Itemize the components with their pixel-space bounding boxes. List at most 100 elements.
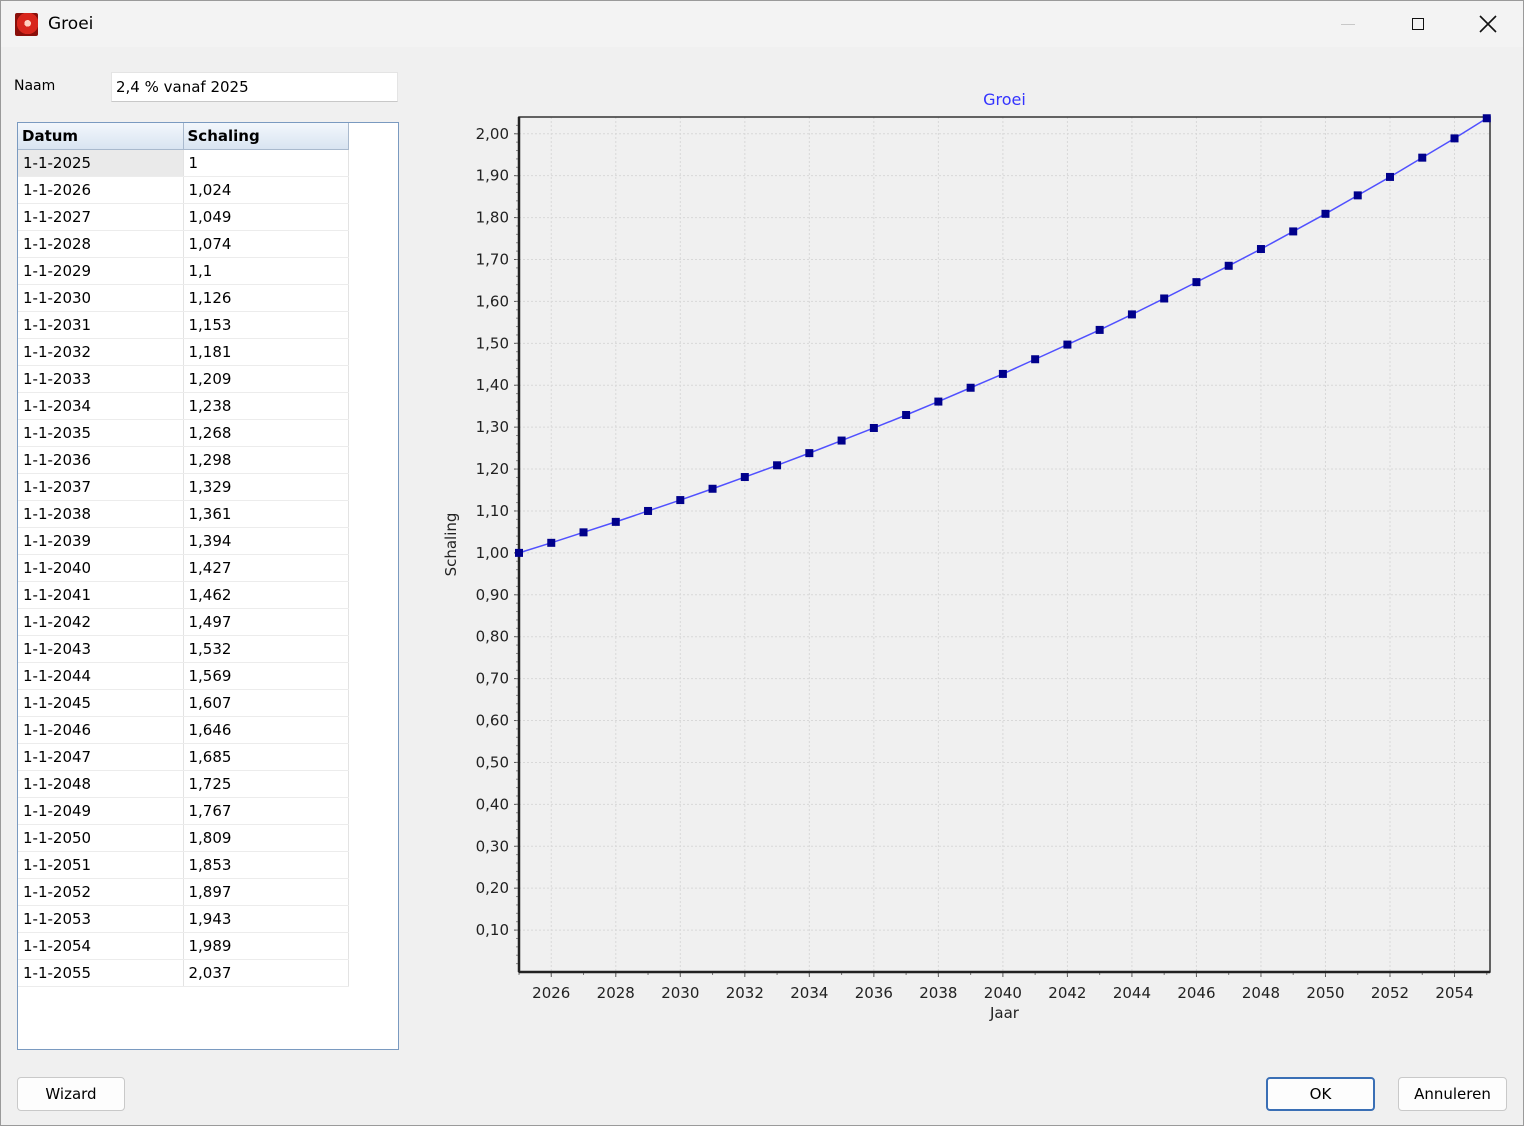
schaling-cell[interactable]: 1,268	[183, 419, 349, 447]
schaling-cell[interactable]: 1,024	[183, 176, 349, 204]
table-row[interactable]: 1-1-2048 1,725	[18, 770, 349, 798]
table-row[interactable]: 1-1-2044 1,569	[18, 662, 349, 690]
table-row[interactable]: 1-1-2042 1,497	[18, 608, 349, 636]
datum-cell[interactable]: 1-1-2027	[18, 203, 184, 231]
schaling-cell[interactable]: 1,238	[183, 392, 349, 420]
schaling-cell[interactable]: 1,074	[183, 230, 349, 258]
table-row[interactable]: 1-1-2028 1,074	[18, 230, 349, 258]
table-row[interactable]: 1-1-2040 1,427	[18, 554, 349, 582]
datum-cell[interactable]: 1-1-2035	[18, 419, 184, 447]
schaling-cell[interactable]: 1,897	[183, 878, 349, 906]
schaling-cell[interactable]: 1,943	[183, 905, 349, 933]
datum-cell[interactable]: 1-1-2044	[18, 662, 184, 690]
table-row[interactable]: 1-1-2053 1,943	[18, 905, 349, 933]
schaling-cell[interactable]: 1,126	[183, 284, 349, 312]
schaling-cell[interactable]: 1,181	[183, 338, 349, 366]
table-row[interactable]: 1-1-2027 1,049	[18, 203, 349, 231]
table-row[interactable]: 1-1-2052 1,897	[18, 878, 349, 906]
cancel-button[interactable]: Annuleren	[1398, 1077, 1507, 1111]
table-row[interactable]: 1-1-2030 1,126	[18, 284, 349, 312]
datum-cell[interactable]: 1-1-2032	[18, 338, 184, 366]
datum-cell[interactable]: 1-1-2034	[18, 392, 184, 420]
table-row[interactable]: 1-1-2026 1,024	[18, 176, 349, 204]
datum-cell[interactable]: 1-1-2049	[18, 797, 184, 825]
datum-cell[interactable]: 1-1-2055	[18, 959, 184, 987]
wizard-button[interactable]: Wizard	[17, 1077, 125, 1111]
column-header-schaling[interactable]: Schaling	[183, 123, 349, 150]
schaling-cell[interactable]: 1,809	[183, 824, 349, 852]
table-row[interactable]: 1-1-2029 1,1	[18, 257, 349, 285]
datum-cell[interactable]: 1-1-2050	[18, 824, 184, 852]
datum-cell[interactable]: 1-1-2042	[18, 608, 184, 636]
schaling-cell[interactable]: 1,853	[183, 851, 349, 879]
table-row[interactable]: 1-1-2045 1,607	[18, 689, 349, 717]
schaling-cell[interactable]: 1,989	[183, 932, 349, 960]
schaling-cell[interactable]: 1,497	[183, 608, 349, 636]
table-row[interactable]: 1-1-2054 1,989	[18, 932, 349, 960]
schaling-cell[interactable]: 1,767	[183, 797, 349, 825]
datum-cell[interactable]: 1-1-2036	[18, 446, 184, 474]
schaling-cell[interactable]: 1,049	[183, 203, 349, 231]
datum-cell[interactable]: 1-1-2028	[18, 230, 184, 258]
table-row[interactable]: 1-1-2041 1,462	[18, 581, 349, 609]
schaling-cell[interactable]: 1,532	[183, 635, 349, 663]
datum-cell[interactable]: 1-1-2043	[18, 635, 184, 663]
datum-cell[interactable]: 1-1-2029	[18, 257, 184, 285]
schaling-cell[interactable]: 1,646	[183, 716, 349, 744]
datum-cell[interactable]: 1-1-2053	[18, 905, 184, 933]
minimize-button[interactable]	[1313, 1, 1383, 47]
schaling-cell[interactable]: 1,607	[183, 689, 349, 717]
datum-cell[interactable]: 1-1-2037	[18, 473, 184, 501]
datum-cell[interactable]: 1-1-2030	[18, 284, 184, 312]
table-row[interactable]: 1-1-2031 1,153	[18, 311, 349, 339]
table-row[interactable]: 1-1-2038 1,361	[18, 500, 349, 528]
schaling-cell[interactable]: 1,153	[183, 311, 349, 339]
maximize-button[interactable]	[1383, 1, 1453, 47]
table-row[interactable]: 1-1-2049 1,767	[18, 797, 349, 825]
close-button[interactable]	[1453, 1, 1523, 47]
datum-cell[interactable]: 1-1-2041	[18, 581, 184, 609]
table-row[interactable]: 1-1-2033 1,209	[18, 365, 349, 393]
datum-cell[interactable]: 1-1-2040	[18, 554, 184, 582]
table-row[interactable]: 1-1-2036 1,298	[18, 446, 349, 474]
table-row[interactable]: 1-1-2037 1,329	[18, 473, 349, 501]
schaling-cell[interactable]: 1,329	[183, 473, 349, 501]
schaling-cell[interactable]: 1,427	[183, 554, 349, 582]
schaling-cell[interactable]: 1,1	[183, 257, 349, 285]
table-row[interactable]: 1-1-2034 1,238	[18, 392, 349, 420]
datum-cell[interactable]: 1-1-2054	[18, 932, 184, 960]
schaling-cell[interactable]: 1,685	[183, 743, 349, 771]
datum-cell[interactable]: 1-1-2025	[18, 149, 184, 177]
schaling-cell[interactable]: 1,298	[183, 446, 349, 474]
schaling-cell[interactable]: 1,462	[183, 581, 349, 609]
schaling-table[interactable]: Datum Schaling 1-1-2025 1 1-1-2026 1,024 1-1…	[17, 122, 399, 1050]
datum-cell[interactable]: 1-1-2033	[18, 365, 184, 393]
schaling-cell[interactable]: 1,361	[183, 500, 349, 528]
datum-cell[interactable]: 1-1-2026	[18, 176, 184, 204]
datum-cell[interactable]: 1-1-2047	[18, 743, 184, 771]
table-row[interactable]: 1-1-2043 1,532	[18, 635, 349, 663]
table-row[interactable]: 1-1-2047 1,685	[18, 743, 349, 771]
datum-cell[interactable]: 1-1-2052	[18, 878, 184, 906]
datum-cell[interactable]: 1-1-2046	[18, 716, 184, 744]
schaling-cell[interactable]: 2,037	[183, 959, 349, 987]
datum-cell[interactable]: 1-1-2051	[18, 851, 184, 879]
table-row[interactable]: 1-1-2051 1,853	[18, 851, 349, 879]
table-row[interactable]: 1-1-2050 1,809	[18, 824, 349, 852]
schaling-cell[interactable]: 1,394	[183, 527, 349, 555]
schaling-cell[interactable]: 1,209	[183, 365, 349, 393]
schaling-cell[interactable]: 1,725	[183, 770, 349, 798]
table-row[interactable]: 1-1-2025 1	[18, 149, 349, 177]
datum-cell[interactable]: 1-1-2039	[18, 527, 184, 555]
table-row[interactable]: 1-1-2035 1,268	[18, 419, 349, 447]
naam-input[interactable]	[111, 72, 398, 102]
datum-cell[interactable]: 1-1-2038	[18, 500, 184, 528]
table-row[interactable]: 1-1-2046 1,646	[18, 716, 349, 744]
schaling-cell[interactable]: 1,569	[183, 662, 349, 690]
table-row[interactable]: 1-1-2039 1,394	[18, 527, 349, 555]
datum-cell[interactable]: 1-1-2048	[18, 770, 184, 798]
datum-cell[interactable]: 1-1-2031	[18, 311, 184, 339]
column-header-datum[interactable]: Datum	[18, 123, 184, 150]
datum-cell[interactable]: 1-1-2045	[18, 689, 184, 717]
ok-button[interactable]: OK	[1266, 1077, 1375, 1111]
